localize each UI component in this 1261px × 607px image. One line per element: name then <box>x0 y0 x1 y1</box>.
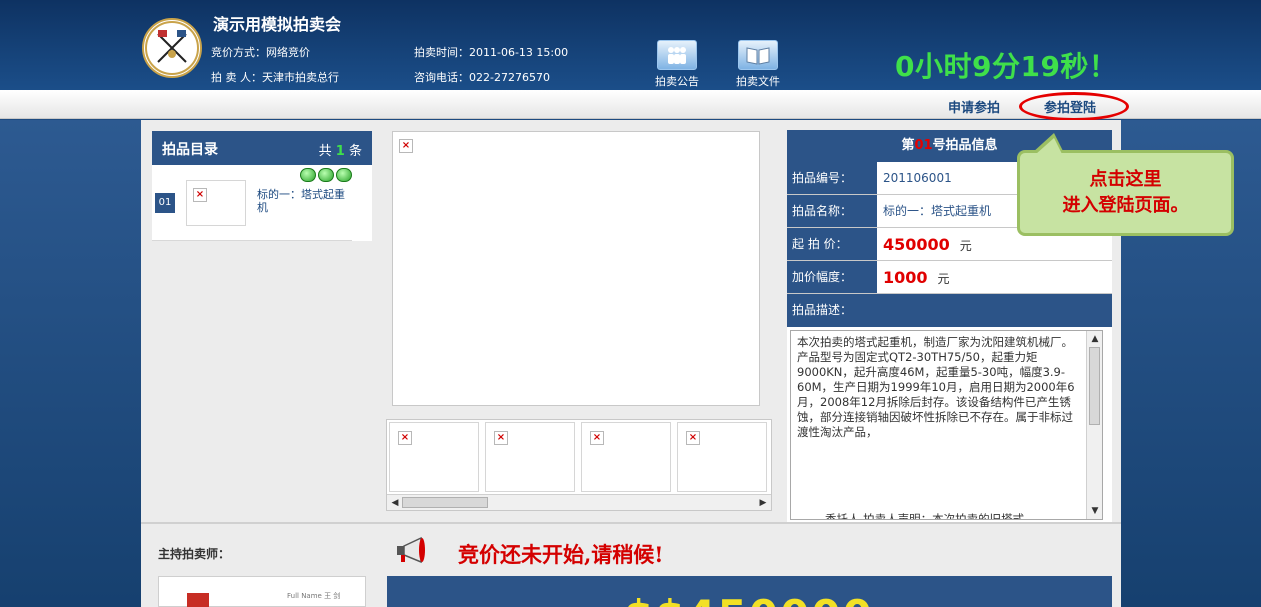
auction-title: 演示用模拟拍卖会 <box>213 15 342 34</box>
thumbnail-image[interactable]: × <box>677 422 767 492</box>
callout-line-2: 进入登陆页面。 <box>1062 195 1189 216</box>
megaphone-icon <box>395 535 431 568</box>
scroll-left-icon[interactable]: ◀ <box>388 496 402 510</box>
left-background <box>0 120 141 607</box>
catalog-item-label[interactable]: 标的一：塔式起重机 <box>257 188 352 214</box>
description-text: 本次拍卖的塔式起重机，制造厂家为沈阳建筑机械厂。产品型号为固定式QT2-30TH… <box>797 335 1075 439</box>
count-suffix: 条 <box>348 144 362 159</box>
count-number: 1 <box>335 144 345 159</box>
green-light-icon <box>318 168 334 182</box>
host-id-card: Full Name 王 剑 <box>158 576 366 607</box>
scroll-down-icon[interactable]: ▼ <box>1088 504 1102 518</box>
lot-catalog: 拍品目录 共 1 条 <box>152 131 372 241</box>
thumbnail-image[interactable]: × <box>485 422 575 492</box>
green-light-icon <box>300 168 316 182</box>
host-card-text: Full Name 王 剑 <box>287 592 341 600</box>
broken-image-icon: × <box>686 431 700 445</box>
catalog-item-thumbnail[interactable]: × <box>186 180 246 226</box>
thumbnail-scrollbar[interactable]: ◀ ▶ <box>387 494 771 510</box>
catalog-count: 共 1 条 <box>319 140 362 159</box>
current-price: $$450000 <box>624 595 874 607</box>
broken-image-icon: × <box>398 431 412 445</box>
increment-label: 加价幅度： <box>787 261 877 293</box>
count-prefix: 共 <box>318 144 332 159</box>
scroll-thumb[interactable] <box>1089 347 1100 425</box>
callout-line-1: 点击这里 <box>1089 169 1162 190</box>
main-image-viewer[interactable]: × <box>392 131 760 406</box>
auctioneer: 拍 卖 人：天津市拍卖总行 <box>211 71 339 84</box>
catalog-divider <box>152 240 352 241</box>
host-photo <box>187 593 209 607</box>
green-light-icon <box>336 168 352 182</box>
starting-price-unit: 元 <box>959 239 972 253</box>
scroll-thumb[interactable] <box>402 497 488 508</box>
description-continuation: 香托人 拍卖人声明：本次拍卖的旧塔式 <box>825 512 1025 520</box>
auction-time: 拍卖时间：2011-06-13 15:00 <box>414 46 569 59</box>
login-highlight-oval <box>1019 92 1129 121</box>
host-auctioneer-label: 主持拍卖师： <box>158 547 231 561</box>
broken-image-icon: × <box>494 431 508 445</box>
page-header: 演示用模拟拍卖会 竞价方式：网络竞价 拍 卖 人：天津市拍卖总行 拍卖时间：20… <box>0 0 1261 90</box>
heading-number: 01 <box>914 138 933 153</box>
book-icon <box>738 40 778 70</box>
current-price-panel: $$450000 <box>387 576 1112 607</box>
thumbnail-image[interactable]: × <box>581 422 671 492</box>
thumbnail-image[interactable]: × <box>389 422 479 492</box>
description-box[interactable]: 本次拍卖的塔式起重机，制造厂家为沈阳建筑机械厂。产品型号为固定式QT2-30TH… <box>790 330 1103 520</box>
scroll-up-icon[interactable]: ▲ <box>1088 332 1102 346</box>
catalog-header: 拍品目录 共 1 条 <box>152 131 372 165</box>
login-callout: 点击这里 进入登陆页面。 <box>1017 150 1234 236</box>
auction-logo <box>142 18 202 78</box>
broken-image-icon: × <box>590 431 604 445</box>
broken-image-icon: × <box>399 139 413 153</box>
starting-price-value: 450000 <box>883 235 950 254</box>
countdown-timer: 0小时9分19秒！ <box>895 50 1118 83</box>
documents-label: 拍卖文件 <box>736 75 780 88</box>
increment-cell: 1000 元 <box>877 261 1112 293</box>
scroll-right-icon[interactable]: ▶ <box>756 496 770 510</box>
section-divider <box>141 522 1121 524</box>
bid-method: 竞价方式：网络竞价 <box>211 46 310 59</box>
increment-value: 1000 <box>883 268 928 287</box>
lot-number-label: 拍品编号： <box>787 162 877 194</box>
catalog-title: 拍品目录 <box>162 142 218 158</box>
increment-row: 加价幅度： 1000 元 <box>787 261 1112 294</box>
description-scrollbar[interactable]: ▲ ▼ <box>1086 331 1102 519</box>
increment-unit: 元 <box>937 272 950 286</box>
callout-pointer-fill <box>1036 138 1062 154</box>
bidding-status-message: 竞价还未开始,请稍候! <box>458 542 664 567</box>
announcement-label: 拍卖公告 <box>655 75 699 88</box>
catalog-item-number: 01 <box>155 193 175 213</box>
description-label: 拍品描述： <box>787 294 1112 327</box>
consult-phone: 咨询电话：022-27276570 <box>414 71 550 84</box>
heading-suffix: 号拍品信息 <box>932 138 998 153</box>
people-icon <box>657 40 697 70</box>
heading-prefix: 第 <box>901 138 915 153</box>
starting-price-label: 起 拍 价： <box>787 228 877 260</box>
broken-image-icon: × <box>193 188 207 202</box>
announcement-button[interactable]: 拍卖公告 <box>647 40 707 89</box>
apply-to-bid-link[interactable]: 申请参拍 <box>948 97 1000 116</box>
lot-name-label: 拍品名称： <box>787 195 877 227</box>
documents-button[interactable]: 拍卖文件 <box>728 40 788 89</box>
status-lights <box>300 168 352 182</box>
